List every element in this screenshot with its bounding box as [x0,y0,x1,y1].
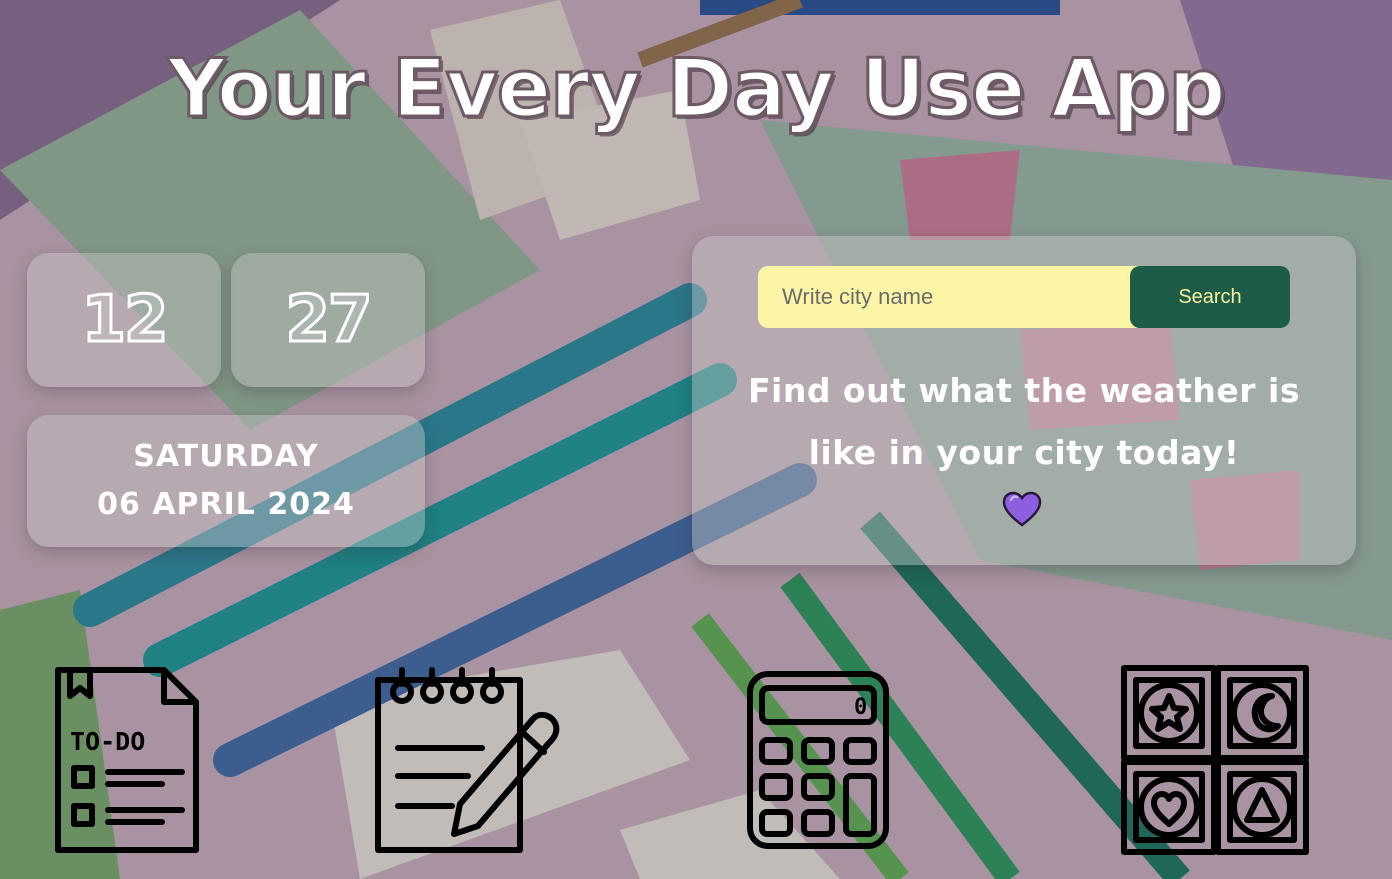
game-shapes-icon [1121,665,1309,855]
clock-minutes: 27 [284,282,374,359]
calculator-icon: 0 [747,671,889,849]
weather-panel: Search Find out what the weather is like… [692,236,1356,565]
clock-hours: 12 [80,282,170,359]
city-input[interactable] [758,266,1148,328]
todo-app-icon[interactable]: TO-DO [52,664,202,856]
clock-hours-panel: 12 [27,253,221,387]
notepad-pencil-icon [375,667,560,853]
calculator-app-icon[interactable]: 0 [746,670,890,850]
todo-icon-label: TO-DO [70,727,145,756]
todo-list-icon: TO-DO [55,667,199,853]
app-title: Your Every Day Use App [166,41,1227,137]
notes-app-icon[interactable] [372,664,564,856]
calculator-display: 0 [854,695,867,720]
weekday: SATURDAY [133,439,319,474]
purple-heart-icon [1002,491,1042,527]
clock-minutes-panel: 27 [231,253,425,387]
games-app-icon[interactable] [1120,664,1310,856]
search-button[interactable]: Search [1130,266,1290,328]
city-search-bar: Search [758,266,1290,328]
weather-message: Find out what the weather is like in you… [747,371,1301,472]
full-date: 06 APRIL 2024 [97,487,355,522]
date-panel: SATURDAY 06 APRIL 2024 [27,415,425,547]
